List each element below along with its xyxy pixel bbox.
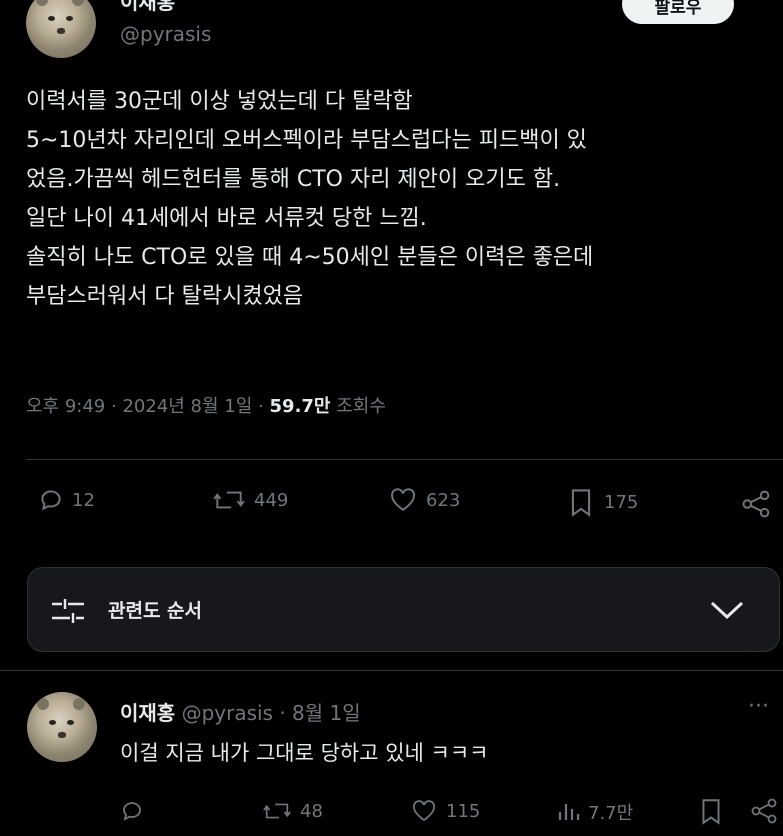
repost-icon [213, 491, 245, 509]
bookmark-button[interactable]: 175 [566, 487, 638, 517]
reply-like-button[interactable]: 115 [410, 799, 480, 823]
tweet-line: 었음.가끔씩 헤드헌터를 통해 CTO 자리 제안이 오기도 함. [26, 167, 561, 192]
reply-repost-count: 48 [300, 800, 323, 822]
sort-dropdown[interactable]: 관련도 순서 [27, 567, 780, 652]
tweet-time[interactable]: 오후 9:49 [26, 396, 105, 417]
heart-icon [391, 488, 415, 511]
reply-separator: · [279, 701, 286, 725]
divider [26, 459, 783, 460]
author-name[interactable]: 이재홍 [120, 0, 175, 15]
bookmark-icon [571, 489, 591, 517]
reply-text: 이걸 지금 내가 그대로 당하고 있네 ㅋㅋㅋ [120, 741, 489, 765]
reply-icon [41, 490, 61, 511]
meta-separator: · [258, 396, 264, 417]
bookmark-count: 175 [604, 491, 639, 513]
view-label: 조회수 [336, 396, 386, 417]
more-options-button[interactable]: ··· [748, 694, 769, 719]
reply-like-count: 115 [446, 800, 481, 822]
reply-count: 12 [72, 489, 95, 511]
reply-share-button[interactable] [750, 798, 783, 824]
tweet-line: 이력서를 30군데 이상 넣었는데 다 탈락함 [26, 89, 413, 114]
follow-button[interactable]: 팔로우 [622, 0, 734, 24]
tweet-meta: 오후 9:49 · 2024년 8월 1일 · 59.7만 조회수 [26, 392, 386, 418]
repost-button[interactable]: 449 [212, 487, 288, 513]
reply-button[interactable]: 12 [38, 487, 95, 513]
reply-view-count: 7.7만 [588, 803, 634, 824]
tweet-line: 부담스러워서 다 탈락시켰었음 [26, 284, 304, 309]
tweet-date[interactable]: 2024년 8월 1일 [122, 396, 252, 417]
reply-bookmark-button[interactable] [698, 797, 732, 825]
bookmark-icon [702, 799, 720, 825]
sliders-icon [52, 599, 84, 623]
reply-reply-button[interactable] [120, 799, 152, 823]
heart-icon [412, 800, 436, 822]
tweet-text: 이력서를 30군데 이상 넣었는데 다 탈락함 5~10년차 자리인데 오버스펙… [26, 82, 766, 316]
share-icon [742, 490, 770, 518]
analytics-icon [558, 804, 580, 820]
like-button[interactable]: 623 [388, 487, 460, 513]
reply-avatar[interactable] [27, 692, 97, 762]
repost-count: 449 [254, 489, 289, 511]
reply-header: 이재홍 @pyrasis · 8월 1일 [120, 697, 361, 726]
reply-date[interactable]: 8월 1일 [292, 701, 361, 725]
author-handle[interactable]: @pyrasis [120, 22, 211, 46]
reply-repost-button[interactable]: 48 [262, 799, 323, 823]
divider [0, 670, 783, 671]
reply-views-button[interactable]: 7.7만 [556, 799, 633, 825]
tweet-line: 솔직히 나도 CTO로 있을 때 4~50세인 분들은 이력은 좋은데 [26, 245, 594, 270]
reply-author-handle[interactable]: @pyrasis [182, 701, 273, 725]
sort-label: 관련도 순서 [108, 600, 203, 622]
repost-icon [263, 803, 291, 819]
like-count: 623 [426, 489, 461, 511]
tweet-line: 5~10년차 자리인데 오버스펙이라 부담스럽다는 피드백이 있 [26, 128, 587, 153]
chevron-down-icon [710, 601, 744, 620]
meta-separator: · [111, 396, 117, 417]
view-count: 59.7만 [269, 396, 331, 417]
share-icon [751, 798, 777, 824]
author-avatar[interactable] [26, 0, 96, 58]
reply-author-name[interactable]: 이재홍 [120, 701, 175, 725]
share-button[interactable] [740, 490, 782, 518]
reply-icon [123, 802, 141, 821]
tweet-line: 일단 나이 41세에서 바로 서류컷 당한 느낌. [26, 206, 427, 231]
